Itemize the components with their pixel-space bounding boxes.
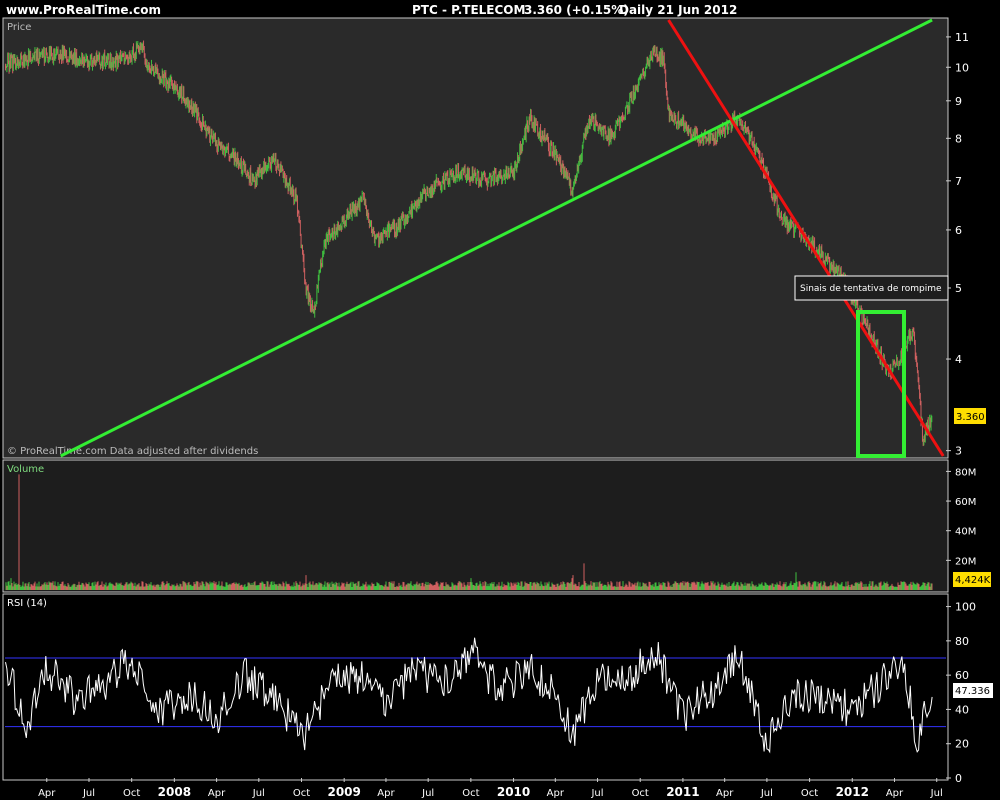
price-tick-label: 8 [955,132,962,145]
price-panel-label: Price [7,22,31,33]
x-tick-label: 2011 [666,785,699,799]
x-tick-label: Apr [716,788,734,799]
x-tick-label: Oct [462,788,479,799]
x-tick-label: 2009 [327,785,360,799]
price-tick-label: 10 [955,61,969,74]
x-tick-label: Apr [886,788,904,799]
x-tick-label: Apr [38,788,56,799]
x-tick-label: 2010 [497,785,530,799]
x-tick-label: Apr [208,788,226,799]
rsi-tick-label: 60 [955,669,969,682]
x-tick-label: Jul [760,788,773,799]
x-tick-label: Apr [547,788,565,799]
price-tick-label: 11 [955,31,969,44]
x-tick-label: Oct [632,788,649,799]
price-tick-label: 5 [955,282,962,295]
volume-tag-text: 4,424K [955,575,991,586]
price-tag-text: 3.360 [956,412,985,423]
ticker-title: PTC - P.TELECOM [412,3,525,17]
x-tick-label: 2008 [158,785,191,799]
x-tick-label: Oct [123,788,140,799]
rsi-tick-label: 0 [955,772,962,785]
volume-tick-label: 40M [955,527,976,538]
rsi-tick-label: 20 [955,738,969,751]
volume-tick-label: 80M [955,467,976,478]
price-tick-label: 4 [955,353,962,366]
x-tick-label: Oct [293,788,310,799]
volume-panel [2,459,949,593]
volume-y-axis: 80M 60M 40M 20M [946,467,976,567]
rsi-panel-label: RSI (14) [7,598,47,609]
chart-svg: www.ProRealTime.com PTC - P.TELECOM 3.36… [0,0,1000,799]
rsi-tick-label: 80 [955,635,969,648]
price-tick-label: 6 [955,224,962,237]
rsi-tick-label: 40 [955,703,969,716]
price-tick-label: 3 [955,445,962,458]
quote-text: 3.360 (+0.15%) [524,3,629,17]
annotation-text: Sinais de tentativa de rompime [800,284,942,294]
x-tick-label: Apr [377,788,395,799]
volume-tick-label: 20M [955,556,976,567]
x-tick-label: Jul [421,788,434,799]
price-tick-label: 9 [955,95,962,108]
watermark: © ProRealTime.com Data adjusted after di… [7,446,258,457]
volume-tick-label: 60M [955,497,976,508]
price-y-axis: 11 10 9 8 7 6 5 4 3 [946,31,969,458]
rsi-tag-text: 47.336 [955,686,990,697]
x-tick-label: Jul [930,788,943,799]
period-text: Daily 21 Jun 2012 [619,3,737,17]
rsi-tick-label: 100 [955,601,976,614]
x-tick-label: Oct [801,788,818,799]
x-tick-label: Jul [590,788,603,799]
x-tick-label: Jul [252,788,265,799]
x-axis: Apr Jul Oct 2008 Apr Jul Oct 2009 Apr Jul Oct 2010 A… [38,778,943,799]
price-tick-label: 7 [955,175,962,188]
x-tick-label: 2012 [836,785,869,799]
x-tick-label: Jul [82,788,95,799]
volume-panel-label: Volume [7,464,44,475]
site-link[interactable]: www.ProRealTime.com [6,3,161,17]
